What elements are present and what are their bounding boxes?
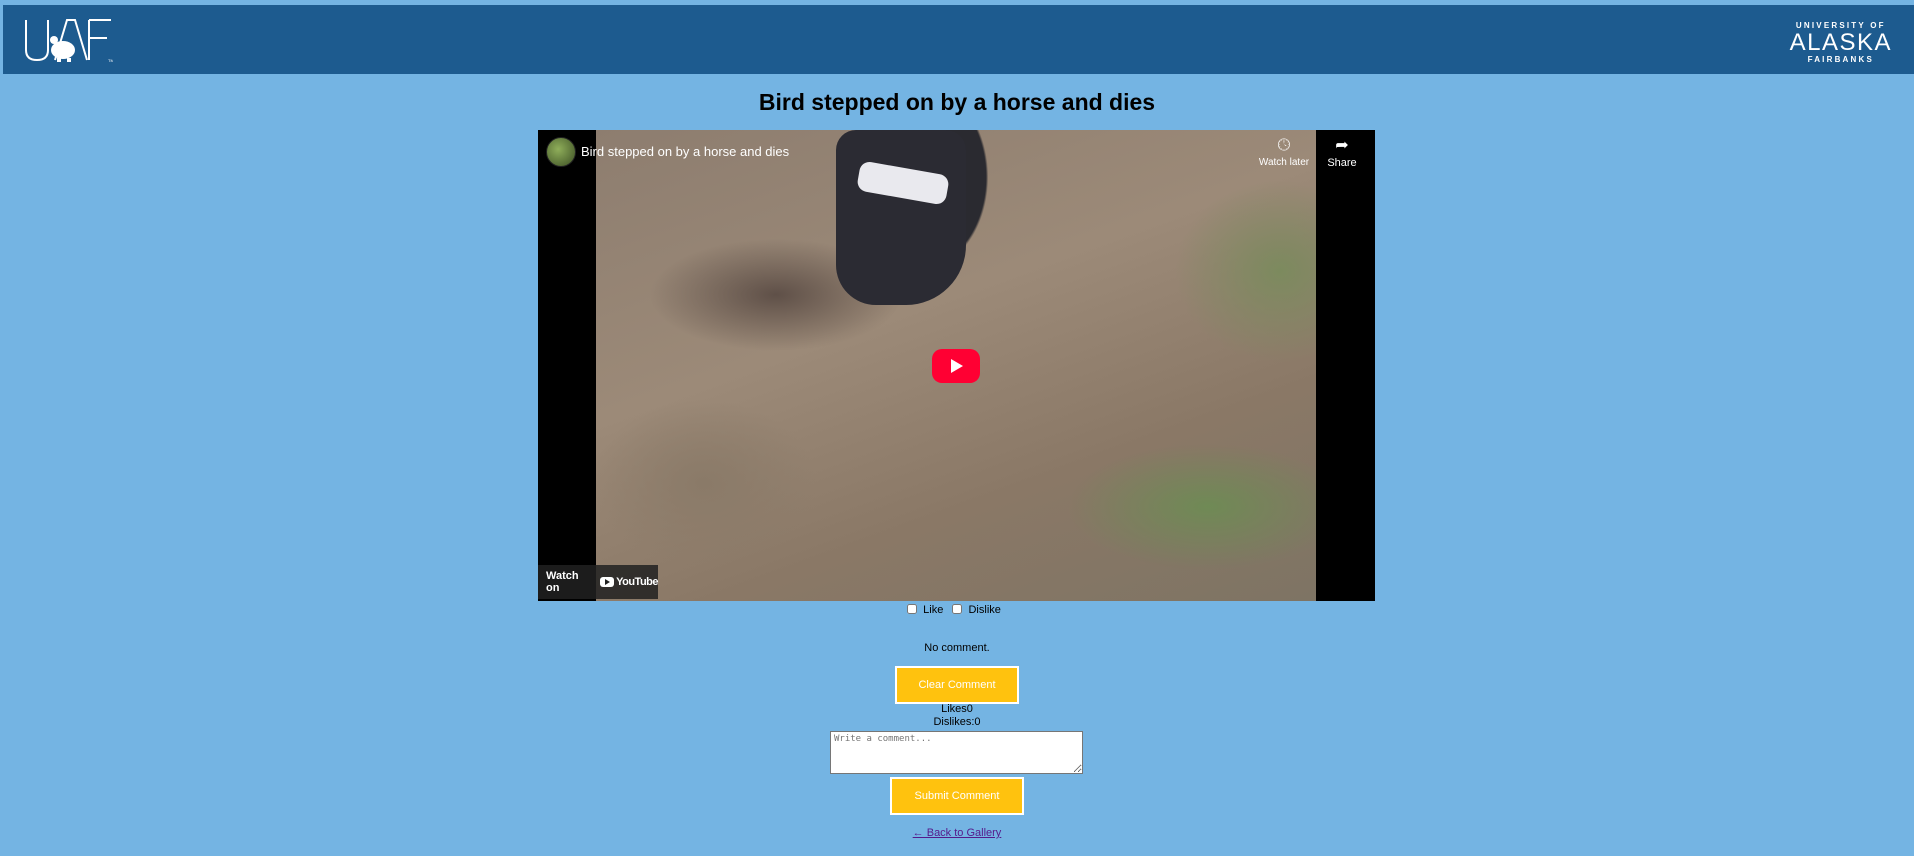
share-label: Share bbox=[1327, 157, 1357, 169]
like-label: Like bbox=[923, 604, 944, 616]
watch-later-button[interactable]: 🕓︎ Watch later bbox=[1254, 137, 1314, 168]
submit-comment-button[interactable]: Submit Comment bbox=[890, 777, 1024, 815]
youtube-label: YouTube bbox=[616, 576, 658, 588]
watch-on-label: Watch on bbox=[546, 570, 579, 594]
youtube-icon bbox=[600, 577, 615, 587]
watch-later-label: Watch later bbox=[1258, 157, 1310, 168]
play-icon bbox=[951, 359, 963, 373]
channel-avatar[interactable] bbox=[546, 137, 576, 167]
watch-on-youtube-button[interactable]: Watch on YouTube bbox=[538, 565, 658, 599]
dislike-checkbox[interactable] bbox=[952, 604, 963, 614]
likes-count: Likes0 bbox=[941, 703, 973, 715]
dislike-label: Dislike bbox=[968, 604, 1001, 616]
page-title: Bird stepped on by a horse and dies bbox=[758, 89, 1156, 115]
svg-text:TM: TM bbox=[108, 58, 113, 63]
back-link-container: ← Back to Gallery bbox=[0, 826, 1914, 840]
clear-comment-button[interactable]: Clear Comment bbox=[895, 666, 1019, 704]
back-to-gallery-link[interactable]: ← Back to Gallery bbox=[913, 827, 1002, 839]
university-of-alaska-fairbanks-logo[interactable]: UNIVERSITY OF ALASKA FAIRBANKS bbox=[1790, 22, 1892, 64]
comment-input[interactable] bbox=[830, 731, 1083, 774]
reaction-row: Like Dislike bbox=[0, 603, 1914, 618]
uaf-logo[interactable]: TM bbox=[23, 18, 113, 64]
video-title[interactable]: Bird stepped on by a horse and dies bbox=[581, 144, 789, 160]
horse-hoof-image bbox=[836, 130, 966, 305]
play-button[interactable] bbox=[932, 349, 980, 383]
dislikes-count: Dislikes:0 bbox=[933, 716, 981, 728]
logo-line-fairbanks: FAIRBANKS bbox=[1807, 55, 1875, 64]
share-button[interactable]: ➦ Share bbox=[1322, 137, 1362, 169]
site-header: TM UNIVERSITY OF ALASKA FAIRBANKS bbox=[3, 5, 1914, 74]
logo-line-alaska: ALASKA bbox=[1789, 29, 1892, 56]
video-player[interactable]: Bird stepped on by a horse and dies 🕓︎ W… bbox=[538, 130, 1375, 601]
share-arrow-icon: ➦ bbox=[1335, 137, 1349, 154]
clock-icon: 🕓︎ bbox=[1277, 137, 1291, 154]
like-checkbox[interactable] bbox=[907, 604, 918, 614]
current-comment: No comment. bbox=[924, 642, 990, 654]
